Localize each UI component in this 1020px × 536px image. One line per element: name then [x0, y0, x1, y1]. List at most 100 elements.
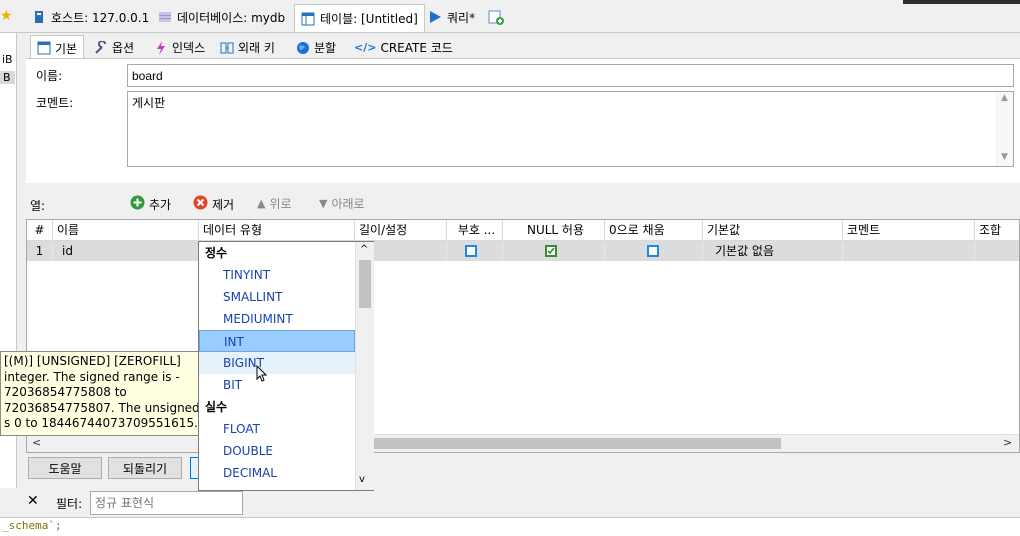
remove-column-button[interactable]: 제거 — [193, 195, 234, 213]
tab-database[interactable]: 데이터베이스: mydb — [152, 6, 291, 28]
header-unsigned[interactable]: 부호 ... — [447, 220, 503, 240]
tab-options[interactable]: 옵션 — [88, 37, 140, 58]
tooltip-line: s 0 to 18446744073709551615. — [4, 416, 198, 430]
tab-partitions[interactable]: 분할 — [290, 37, 342, 58]
header-allow-null[interactable]: NULL 허용 — [503, 220, 605, 240]
scroll-down-icon[interactable]: ▼ — [1001, 152, 1008, 162]
datatype-dropdown-list[interactable]: 정수 TINYINT SMALLINT MEDIUMINT INT BIGINT… — [198, 241, 374, 491]
tab-database-label: 데이터베이스: mydb — [177, 10, 286, 25]
row-number[interactable]: 1 — [27, 241, 53, 261]
scroll-thumb[interactable] — [357, 438, 781, 449]
header-comment[interactable]: 코멘트 — [843, 220, 975, 240]
host-icon — [32, 10, 46, 24]
tab-create-code-label: CREATE 코드 — [380, 41, 453, 55]
row-name-cell[interactable]: id — [53, 241, 199, 261]
filter-input[interactable] — [90, 491, 243, 515]
table-comment-text: 게시판 — [132, 96, 166, 110]
table-comment-textarea[interactable]: 게시판 ▲ ▼ — [127, 91, 1014, 167]
add-column-label: 추가 — [149, 197, 172, 212]
tooltip-line: [(M)] [UNSIGNED] [ZEROFILL] — [4, 354, 181, 368]
header-num[interactable]: # — [27, 220, 53, 240]
move-down-button[interactable]: ▼ 아래로 — [319, 195, 365, 212]
row-default-cell[interactable]: 기본값 없음 — [703, 241, 843, 261]
remove-icon — [193, 195, 208, 213]
header-name[interactable]: 이름 — [53, 220, 199, 240]
table-name-input[interactable] — [127, 64, 1014, 87]
datatype-tooltip: [(M)] [UNSIGNED] [ZEROFILL] integer. The… — [0, 351, 207, 436]
scroll-right-icon[interactable]: > — [1003, 436, 1012, 449]
add-icon — [130, 195, 145, 213]
option-bigint[interactable]: BIGINT — [199, 352, 355, 374]
tab-table[interactable]: 테이블: [Untitled] — [294, 4, 425, 32]
row-allow-null-cell[interactable] — [503, 241, 605, 261]
tooltip-line: 72036854775807. The unsigned — [4, 400, 200, 415]
wrench-icon — [94, 39, 108, 55]
option-int[interactable]: INT — [199, 330, 355, 352]
tab-host-label: 호스트: 127.0.0.1 — [51, 10, 150, 25]
tab-indexes[interactable]: 인덱스 — [148, 37, 211, 58]
dropdown-scroll-up-icon[interactable]: ^ — [360, 244, 368, 255]
dropdown-scroll-thumb[interactable] — [359, 260, 371, 308]
dropdown-scrollbar[interactable]: ^ v — [355, 242, 374, 490]
option-float[interactable]: FLOAT — [199, 418, 355, 440]
scroll-up-icon[interactable]: ▲ — [1001, 93, 1008, 103]
add-column-button[interactable]: 추가 — [130, 195, 171, 213]
tab-indexes-label: 인덱스 — [172, 41, 206, 55]
option-tinyint[interactable]: TINYINT — [199, 264, 355, 286]
sql-log-text: _schema`; — [2, 519, 62, 532]
option-double[interactable]: DOUBLE — [199, 440, 355, 462]
revert-button[interactable]: 되돌리기 — [108, 457, 182, 479]
window-control-strip — [903, 0, 1020, 4]
arrow-down-icon: ▼ — [319, 197, 328, 210]
move-down-label: 아래로 — [331, 197, 365, 211]
new-query-tab-icon[interactable] — [488, 9, 504, 28]
option-mediumint[interactable]: MEDIUMINT — [199, 308, 355, 330]
close-filter-icon[interactable]: ✕ — [27, 493, 39, 509]
filter-label: 필터: — [56, 497, 83, 511]
header-default[interactable]: 기본값 — [703, 220, 843, 240]
comment-scrollbar[interactable]: ▲ ▼ — [996, 92, 1013, 166]
option-bit[interactable]: BIT — [199, 374, 355, 396]
remove-column-label: 제거 — [212, 197, 235, 212]
tab-foreign-keys[interactable]: 외래 키 — [214, 37, 281, 58]
query-play-icon — [428, 10, 442, 24]
move-up-label: 위로 — [269, 197, 292, 211]
database-icon — [158, 10, 172, 24]
tab-options-label: 옵션 — [112, 41, 135, 55]
scroll-left-icon[interactable]: < — [32, 436, 41, 449]
tab-basic[interactable]: 기본 — [30, 35, 85, 60]
group-real: 실수 — [205, 400, 228, 414]
header-length[interactable]: 길이/설정 — [355, 220, 447, 240]
row-collation-cell[interactable] — [975, 241, 1019, 261]
code-icon: </> — [354, 41, 377, 54]
header-collation[interactable]: 조합 — [975, 220, 1019, 240]
header-zerofill[interactable]: 0으로 채움 — [605, 220, 703, 240]
dropdown-scroll-down-icon[interactable]: v — [359, 474, 365, 485]
tab-query[interactable]: 쿼리* — [422, 6, 481, 28]
tab-partitions-label: 분할 — [314, 41, 337, 55]
header-datatype[interactable]: 데이터 유형 — [199, 220, 355, 240]
filter-bar: ✕ 필터: — [18, 489, 1020, 517]
group-integer: 정수 — [205, 246, 228, 260]
row-unsigned-cell[interactable] — [447, 241, 503, 261]
tab-host[interactable]: 호스트: 127.0.0.1 — [26, 6, 155, 28]
help-button[interactable]: 도움말 — [28, 457, 102, 479]
row-comment-cell[interactable] — [843, 241, 975, 261]
move-up-button[interactable]: ▲ 위로 — [257, 195, 292, 212]
tab-create-code[interactable]: </> CREATE 코드 — [348, 37, 459, 58]
tab-foreign-keys-label: 외래 키 — [238, 41, 275, 55]
tooltip-line: integer. The signed range is - — [4, 369, 180, 384]
row-zerofill-cell[interactable] — [605, 241, 703, 261]
left-strip-text-2[interactable]: B — [0, 71, 15, 84]
option-smallint[interactable]: SMALLINT — [199, 286, 355, 308]
grid-horizontal-scrollbar[interactable]: < > — [27, 434, 1019, 452]
top-tab-bar: ★ 호스트: 127.0.0.1 데이터베이스: mydb 테이블: [Unti… — [0, 0, 1020, 33]
tab-table-label: 테이블: [Untitled] — [320, 12, 418, 26]
allow-null-checkbox[interactable] — [545, 245, 557, 257]
unsigned-checkbox[interactable] — [465, 245, 477, 257]
foreign-key-icon — [220, 41, 234, 55]
zerofill-checkbox[interactable] — [647, 245, 659, 257]
comment-label: 코멘트: — [36, 96, 74, 110]
cursor-pointer-icon — [256, 364, 268, 386]
option-decimal[interactable]: DECIMAL — [199, 462, 355, 484]
